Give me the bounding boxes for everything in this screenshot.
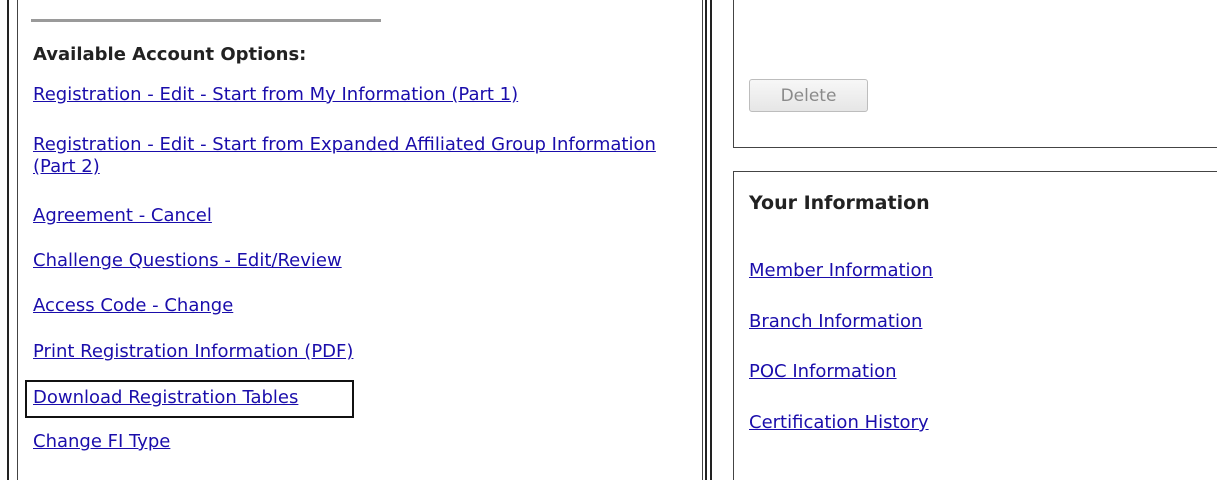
middle-divider-b (710, 0, 712, 480)
delete-panel: Delete (733, 0, 1217, 148)
link-poc-information[interactable]: POC Information (749, 361, 897, 383)
link-print-registration[interactable]: Print Registration Information (PDF) (33, 341, 353, 363)
link-agreement-cancel[interactable]: Agreement - Cancel (33, 205, 212, 227)
link-access-code-change[interactable]: Access Code - Change (33, 295, 233, 317)
link-registration-edit-part2[interactable]: Registration - Edit - Start from Expande… (33, 134, 673, 178)
link-member-information[interactable]: Member Information (749, 260, 933, 282)
outer-left-divider (7, 0, 9, 480)
account-options-heading: Available Account Options: (33, 44, 307, 65)
link-download-registration-tables[interactable]: Download Registration Tables (33, 387, 298, 409)
link-branch-information[interactable]: Branch Information (749, 311, 922, 333)
your-information-heading: Your Information (749, 192, 930, 214)
link-certification-history[interactable]: Certification History (749, 412, 929, 434)
section-top-divider (31, 19, 381, 22)
page: Available Account Options: Registration … (0, 0, 1217, 480)
link-challenge-questions[interactable]: Challenge Questions - Edit/Review (33, 250, 342, 272)
account-options-panel: Available Account Options: Registration … (17, 0, 703, 480)
link-change-fi-type[interactable]: Change FI Type (33, 431, 170, 453)
your-information-panel: Your Information Member Information Bran… (733, 171, 1217, 480)
delete-button[interactable]: Delete (749, 79, 868, 112)
link-registration-edit-part1[interactable]: Registration - Edit - Start from My Info… (33, 84, 518, 106)
middle-divider-a (705, 0, 707, 480)
